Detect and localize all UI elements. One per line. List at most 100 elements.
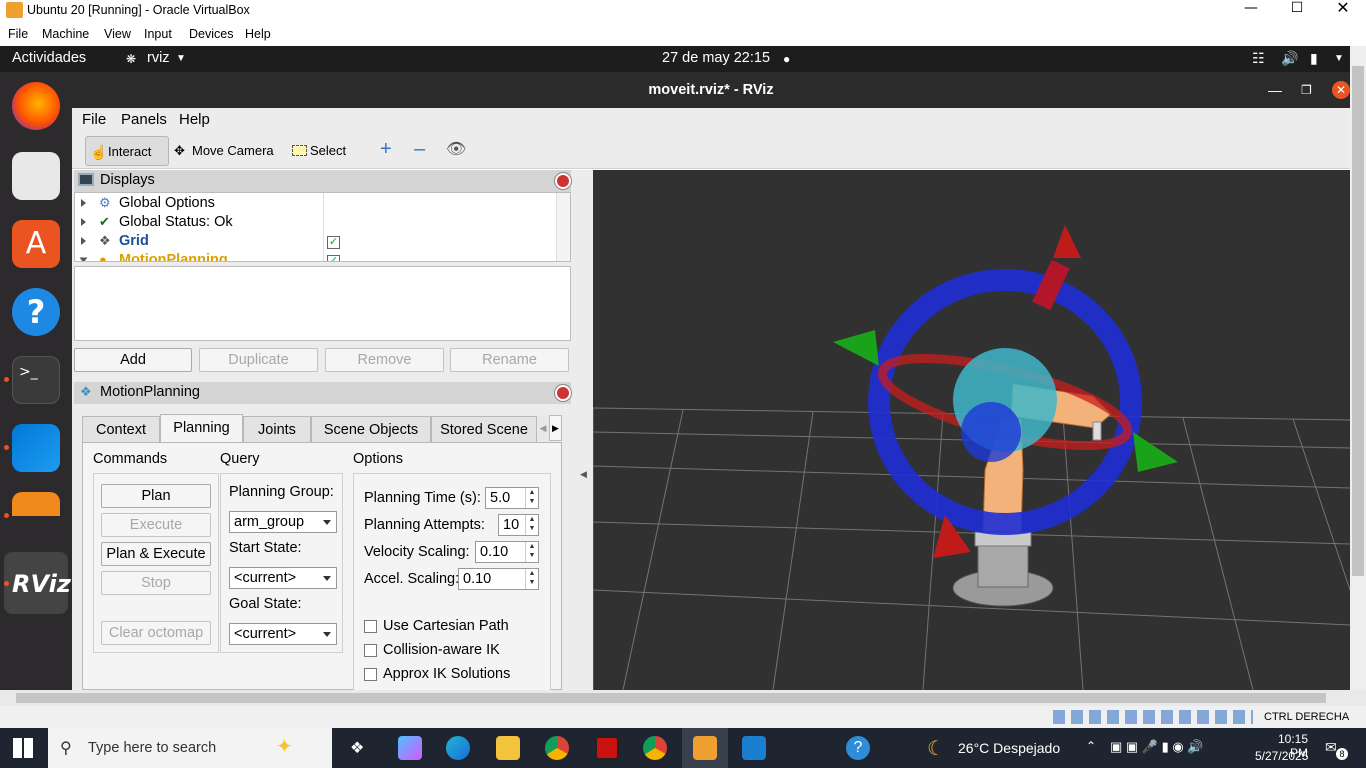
windows-start-icon[interactable] bbox=[13, 738, 33, 758]
battery-icon[interactable]: ▮ bbox=[1310, 50, 1318, 67]
tab-planning[interactable]: Planning bbox=[160, 414, 243, 444]
file-explorer-icon[interactable] bbox=[496, 736, 520, 760]
start-state-select[interactable]: <current> bbox=[229, 567, 337, 589]
copilot-icon[interactable] bbox=[398, 736, 422, 760]
tree-item-grid[interactable]: ❖ Grid ✓ bbox=[75, 233, 555, 252]
tray-icons[interactable]: ▣ ▣ 🎤 ▮ ◉ 🔊 bbox=[1110, 739, 1204, 755]
remove-tool-icon[interactable]: – bbox=[414, 138, 425, 161]
execute-button[interactable]: Execute bbox=[101, 513, 211, 537]
cartesian-path-checkbox[interactable] bbox=[364, 620, 377, 633]
tree-item-global-options[interactable]: ⚙ Global Options bbox=[75, 195, 555, 214]
rename-display-button[interactable]: Rename bbox=[450, 348, 569, 372]
tree-item-global-status[interactable]: ✔ Global Status: Ok bbox=[75, 214, 555, 233]
volume-icon[interactable]: 🔊 bbox=[1281, 50, 1298, 67]
activities-button[interactable]: Actividades bbox=[12, 50, 86, 66]
spin-arrows-icon[interactable]: ▲ ▼ bbox=[525, 488, 538, 508]
help-icon[interactable]: ? bbox=[12, 288, 60, 336]
vbox-menu-input[interactable]: Input bbox=[144, 27, 172, 41]
rviz-menu-panels[interactable]: Panels bbox=[121, 111, 167, 128]
app-menu[interactable]: rviz bbox=[147, 50, 170, 66]
tray-chevron-icon[interactable]: ⌃ bbox=[1086, 739, 1096, 753]
expand-arrow-icon[interactable] bbox=[81, 199, 86, 207]
tree-item-motionplanning[interactable]: ● MotionPlanning ✓ bbox=[75, 252, 555, 261]
taskbar-search-box[interactable]: ⚲ Type here to search ✦ bbox=[48, 728, 332, 768]
collision-ik-checkbox[interactable] bbox=[364, 644, 377, 657]
task-view-icon[interactable]: ❖ bbox=[350, 738, 364, 758]
tab-scroll-right-button[interactable]: ▶ bbox=[549, 415, 562, 441]
planning-attempts-spinbox[interactable]: 10 ▲ ▼ bbox=[498, 514, 539, 536]
tab-scroll-left-button[interactable]: ◀ bbox=[537, 415, 549, 441]
vm-horizontal-scrollbar[interactable] bbox=[0, 690, 1366, 706]
weather-text[interactable]: 26°C Despejado bbox=[958, 740, 1060, 756]
motionplanning-enabled-checkbox[interactable]: ✓ bbox=[327, 255, 340, 261]
interact-tool-button[interactable]: ☝ Interact bbox=[85, 136, 169, 166]
vbox-status-icons[interactable] bbox=[1053, 710, 1253, 724]
tab-scene-objects[interactable]: Scene Objects bbox=[311, 416, 431, 443]
expand-arrow-icon[interactable] bbox=[81, 237, 86, 245]
terminal-icon[interactable]: >_ bbox=[12, 356, 60, 404]
clear-octomap-button[interactable]: Clear octomap bbox=[101, 621, 211, 645]
network-icon[interactable]: ☷ bbox=[1252, 50, 1265, 67]
expand-arrow-icon[interactable] bbox=[81, 218, 86, 226]
notifications-icon[interactable]: ✉ bbox=[1325, 739, 1337, 756]
vm-vertical-scrollbar[interactable] bbox=[1350, 46, 1366, 690]
chrome-profile-icon[interactable] bbox=[643, 736, 667, 760]
rviz-restore-button[interactable]: ❐ bbox=[1301, 72, 1312, 108]
rviz-menu-file[interactable]: File bbox=[82, 111, 106, 128]
vbox-menu-view[interactable]: View bbox=[104, 27, 131, 41]
displays-close-button[interactable] bbox=[555, 173, 571, 189]
vbox-menu-machine[interactable]: Machine bbox=[42, 27, 89, 41]
rviz-menu-help[interactable]: Help bbox=[179, 111, 210, 128]
vbox-menu-devices[interactable]: Devices bbox=[189, 27, 233, 41]
move-camera-tool-button[interactable]: ✥ Move Camera bbox=[170, 136, 274, 166]
rviz-close-button[interactable]: ✕ bbox=[1332, 81, 1350, 99]
spin-arrows-icon[interactable]: ▲ ▼ bbox=[525, 542, 538, 562]
remove-display-button[interactable]: Remove bbox=[325, 348, 444, 372]
tab-context[interactable]: Context bbox=[82, 416, 160, 443]
maximize-button[interactable]: ☐ bbox=[1274, 0, 1320, 22]
tab-stored-scene[interactable]: Stored Scene bbox=[431, 416, 537, 443]
rviz-minimize-button[interactable]: — bbox=[1268, 72, 1282, 108]
virtualbox-taskbar-icon[interactable] bbox=[693, 736, 717, 760]
taskbar-date[interactable]: 5/27/2025 bbox=[1255, 749, 1308, 763]
3d-viewport[interactable] bbox=[593, 170, 1350, 690]
minimize-button[interactable]: — bbox=[1228, 0, 1274, 22]
grid-enabled-checkbox[interactable]: ✓ bbox=[327, 236, 340, 249]
add-tool-icon[interactable]: + bbox=[380, 138, 392, 161]
goal-state-select[interactable]: <current> bbox=[229, 623, 337, 645]
close-button[interactable]: ✕ bbox=[1320, 0, 1366, 22]
chrome-icon[interactable] bbox=[545, 736, 569, 760]
edge-icon[interactable] bbox=[446, 736, 470, 760]
motionplanning-close-button[interactable] bbox=[555, 385, 571, 401]
spin-arrows-icon[interactable]: ▲ ▼ bbox=[525, 515, 538, 535]
software-icon[interactable]: A bbox=[12, 220, 60, 268]
help-taskbar-icon[interactable]: ? bbox=[846, 736, 870, 760]
system-menu-chevron-icon[interactable]: ▼ bbox=[1334, 53, 1344, 64]
vbox-menu-file[interactable]: File bbox=[8, 27, 28, 41]
duplicate-display-button[interactable]: Duplicate bbox=[199, 348, 318, 372]
sublime-icon[interactable] bbox=[12, 492, 60, 540]
planning-group-select[interactable]: arm_group bbox=[229, 511, 337, 533]
select-tool-button[interactable]: Select bbox=[288, 136, 346, 166]
velocity-scaling-spinbox[interactable]: 0.10 ▲ ▼ bbox=[475, 541, 539, 563]
spin-arrows-icon[interactable]: ▲ ▼ bbox=[525, 569, 538, 589]
stop-button[interactable]: Stop bbox=[101, 571, 211, 595]
splitter-handle-icon[interactable]: ◀ bbox=[580, 470, 587, 480]
accel-scaling-spinbox[interactable]: 0.10 ▲ ▼ bbox=[458, 568, 539, 590]
vscode-icon[interactable] bbox=[12, 424, 60, 472]
vbox-menu-help[interactable]: Help bbox=[245, 27, 271, 41]
planning-time-spinbox[interactable]: 5.0 ▲ ▼ bbox=[485, 487, 539, 509]
approx-ik-checkbox[interactable] bbox=[364, 668, 377, 681]
add-display-button[interactable]: Add bbox=[74, 348, 192, 372]
expand-arrow-icon[interactable] bbox=[79, 257, 88, 261]
rviz-icon[interactable]: RViz bbox=[12, 560, 71, 608]
plan-button[interactable]: Plan bbox=[101, 484, 211, 508]
tree-scrollbar[interactable] bbox=[556, 193, 570, 261]
recorder-icon[interactable] bbox=[595, 736, 619, 760]
files-icon[interactable] bbox=[12, 152, 60, 200]
eye-tool-icon[interactable]: 👁 bbox=[446, 139, 466, 159]
clock[interactable]: 27 de may 22:15 bbox=[662, 50, 770, 66]
virtualbox-manager-icon[interactable] bbox=[742, 736, 766, 760]
firefox-icon[interactable] bbox=[12, 82, 60, 130]
tab-joints[interactable]: Joints bbox=[243, 416, 311, 443]
